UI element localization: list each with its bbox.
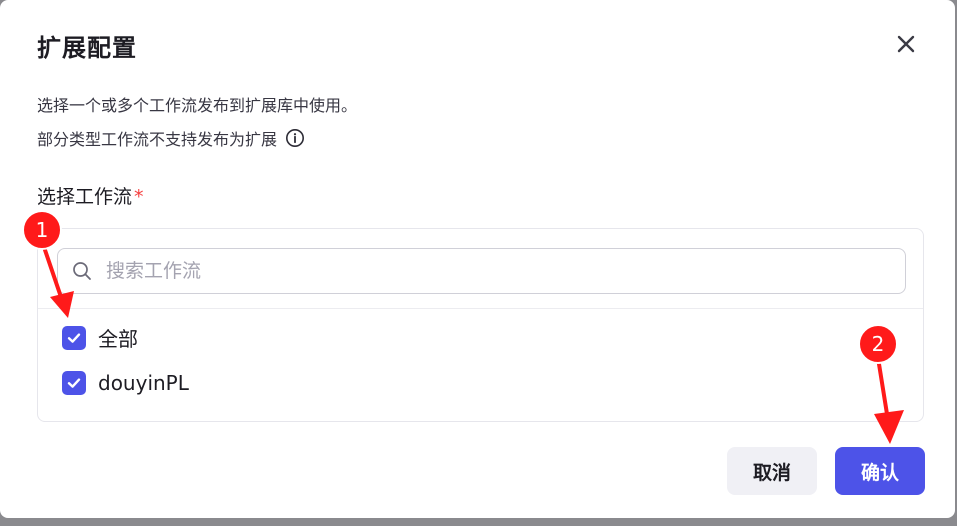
annotation-marker-1: 1 — [22, 210, 62, 250]
annotation-arrows — [43, 248, 904, 444]
arrow-2 — [877, 362, 889, 416]
arrowhead-1 — [50, 291, 74, 318]
arrowhead-2 — [874, 410, 904, 444]
annotation-marker-2: 2 — [858, 324, 898, 364]
arrow-1 — [43, 248, 64, 302]
